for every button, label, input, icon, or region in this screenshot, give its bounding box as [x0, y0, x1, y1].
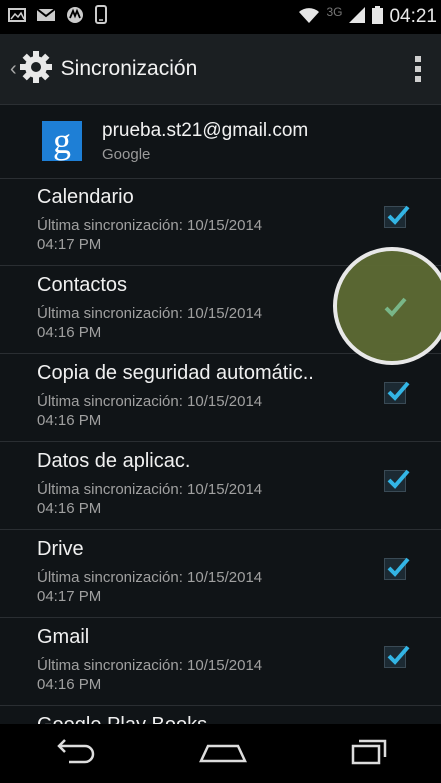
- sync-item-time: 04:16 PM: [37, 412, 102, 429]
- signal-icon: [348, 6, 366, 29]
- sync-item-gmail[interactable]: Gmail Última sincronización: 10/15/2014 …: [0, 618, 441, 706]
- action-bar: ‹ Sincronización: [0, 34, 441, 105]
- sync-item-last-sync: Última sincronización: 10/15/2014: [37, 217, 263, 234]
- overflow-menu-icon[interactable]: [415, 56, 421, 82]
- account-email: prueba.st21@gmail.com: [102, 119, 309, 141]
- sync-item-time: 04:16 PM: [37, 676, 102, 693]
- clock: 04:21: [389, 6, 437, 27]
- image-icon: [8, 7, 26, 27]
- sync-item-datos-aplicac[interactable]: Datos de aplicac. Última sincronización:…: [0, 442, 441, 530]
- sync-item-last-sync: Última sincronización: 10/15/2014: [37, 657, 263, 674]
- mail-icon: [36, 7, 56, 27]
- android-screen: 3G 04:21 ‹ Sincronización g prueba.st21@…: [0, 0, 441, 783]
- sync-item-time: 04:16 PM: [37, 500, 102, 517]
- battery-icon: [372, 5, 384, 29]
- sync-checkbox[interactable]: [384, 557, 410, 580]
- sync-item-last-sync: Última sincronización: 10/15/2014: [37, 393, 263, 410]
- sync-item-copia-seguridad[interactable]: Copia de seguridad automátic.. Última si…: [0, 354, 441, 442]
- motorola-icon: [66, 6, 84, 29]
- gear-icon[interactable]: [19, 50, 53, 89]
- sync-item-last-sync: Última sincronización: 10/15/2014: [37, 305, 263, 322]
- sync-checkbox[interactable]: [384, 645, 410, 668]
- account-header: g prueba.st21@gmail.com Google: [0, 104, 441, 179]
- sync-item-time: 04:17 PM: [37, 236, 102, 253]
- sync-checkbox[interactable]: [384, 205, 410, 228]
- tap-highlight-circle[interactable]: [333, 247, 441, 365]
- sync-item-name: Datos de aplicac.: [37, 450, 191, 472]
- sync-item-last-sync: Última sincronización: 10/15/2014: [37, 481, 263, 498]
- phone-icon: [94, 4, 108, 30]
- sync-item-name: Calendario: [37, 186, 134, 208]
- sync-item-time: 04:17 PM: [37, 588, 102, 605]
- page-title: Sincronización: [60, 57, 198, 80]
- network-type: 3G: [326, 5, 343, 19]
- sync-checkbox[interactable]: [384, 381, 410, 404]
- sync-item-name: Gmail: [37, 626, 90, 648]
- google-account-icon: g: [42, 121, 82, 161]
- account-type: Google: [102, 145, 151, 163]
- sync-item-name: Drive: [37, 538, 84, 560]
- status-bar: 3G 04:21: [0, 0, 441, 34]
- back-icon[interactable]: [51, 738, 97, 769]
- sync-item-last-sync: Última sincronización: 10/15/2014: [37, 569, 263, 586]
- sync-item-name: Copia de seguridad automátic..: [37, 362, 314, 384]
- sync-checkbox[interactable]: [384, 469, 410, 492]
- wifi-icon: [298, 6, 320, 29]
- sync-item-name: Contactos: [37, 274, 128, 296]
- navigation-bar: [0, 724, 441, 783]
- home-icon[interactable]: [198, 738, 248, 769]
- badge-letter: g: [53, 121, 71, 161]
- sync-item-drive[interactable]: Drive Última sincronización: 10/15/2014 …: [0, 530, 441, 618]
- recents-icon[interactable]: [350, 737, 390, 770]
- up-chevron-icon[interactable]: ‹: [10, 58, 17, 81]
- sync-item-time: 04:16 PM: [37, 324, 102, 341]
